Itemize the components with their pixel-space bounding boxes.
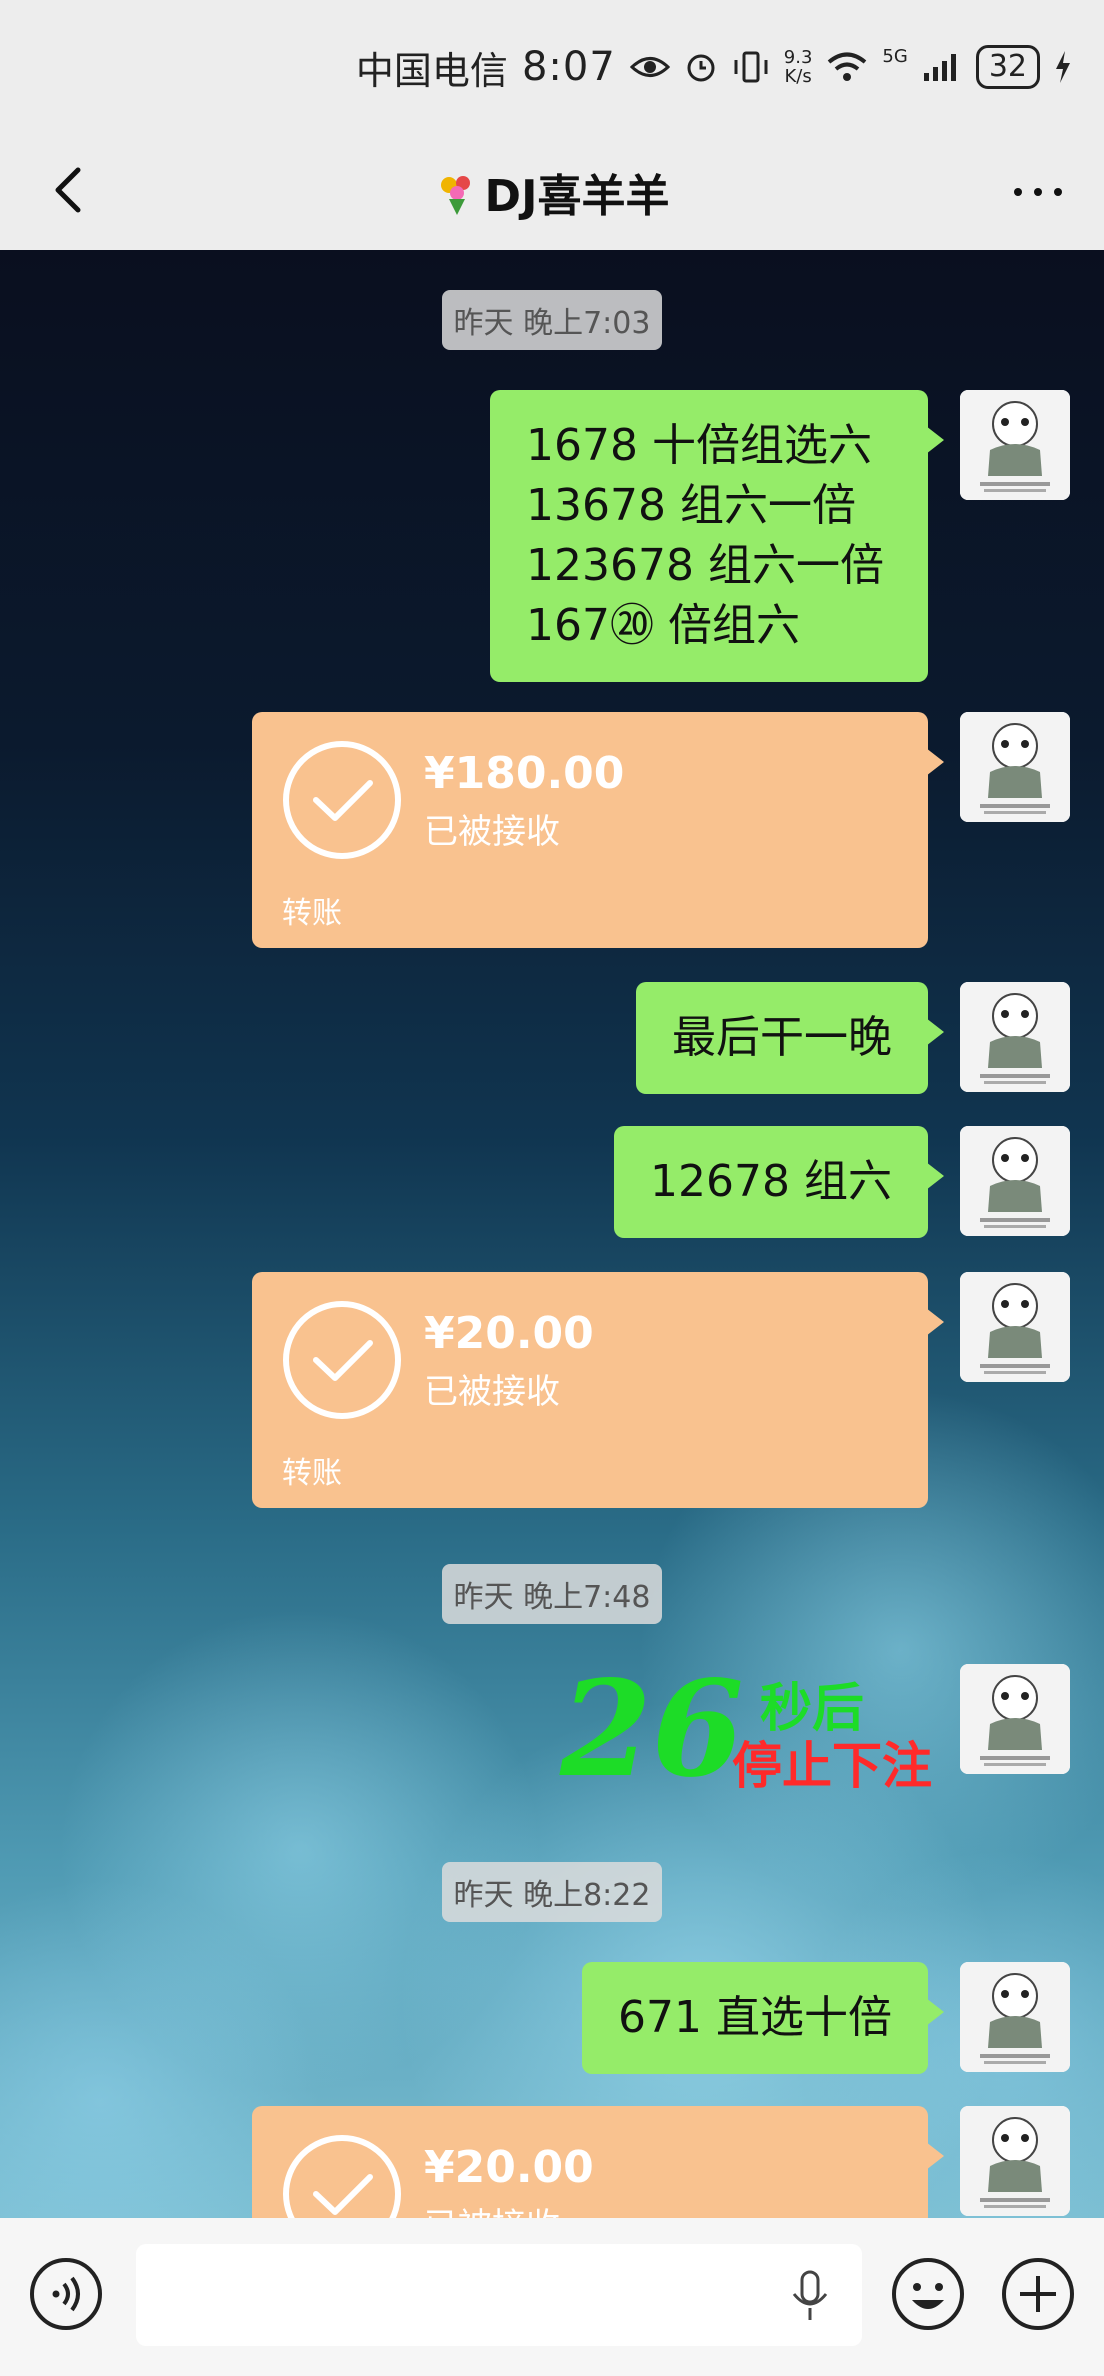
chat-message-area[interactable]: 昨天 晚上7:03 1678 十倍组选六 13678 组六一倍 123678 组… bbox=[0, 250, 1104, 2218]
avatar[interactable] bbox=[960, 2106, 1070, 2216]
avatar-image bbox=[960, 1272, 1070, 1382]
message-bubble[interactable]: 1678 十倍组选六 13678 组六一倍 123678 组六一倍 167⑳ 倍… bbox=[490, 390, 944, 682]
timestamp-label: 昨天 晚上7:48 bbox=[441, 1564, 663, 1624]
plus-icon[interactable] bbox=[1000, 2256, 1076, 2332]
transfer-card[interactable]: ¥180.00 已被接收 转账 bbox=[252, 712, 944, 948]
check-circle-icon bbox=[283, 2135, 401, 2218]
alarm-icon bbox=[687, 54, 715, 82]
message-line: 123678 组六一倍 bbox=[526, 540, 884, 591]
status-time: 8:07 bbox=[521, 44, 616, 90]
check-circle-icon bbox=[283, 741, 401, 859]
avatar[interactable] bbox=[960, 1962, 1070, 2072]
avatar-image bbox=[960, 1126, 1070, 1236]
avatar[interactable] bbox=[960, 1664, 1070, 1774]
voice-icon[interactable] bbox=[28, 2256, 104, 2332]
eye-icon bbox=[629, 57, 670, 77]
net-speed-unit: K/s bbox=[784, 66, 812, 87]
avatar[interactable] bbox=[960, 982, 1070, 1092]
avatar[interactable] bbox=[960, 1126, 1070, 1236]
message-line: 13678 组六一倍 bbox=[526, 480, 856, 531]
emoji-icon[interactable] bbox=[890, 2256, 966, 2332]
message-bubble[interactable]: 12678 组六 bbox=[614, 1126, 944, 1238]
chat-title-text: DJ喜羊羊 bbox=[484, 171, 670, 222]
avatar-image bbox=[960, 2106, 1070, 2216]
message-input[interactable] bbox=[136, 2244, 862, 2346]
avatar-image bbox=[960, 1664, 1070, 1774]
check-circle-icon bbox=[283, 1301, 401, 1419]
net-speed: 9.3 K/s bbox=[784, 48, 813, 86]
message-bubble[interactable]: 671 直选十倍 bbox=[582, 1962, 944, 2074]
flower-bouquet-icon bbox=[440, 176, 470, 215]
avatar-image bbox=[960, 712, 1070, 822]
vibrate-icon bbox=[734, 51, 768, 83]
message-text: 671 直选十倍 bbox=[618, 1992, 892, 2043]
timestamp: 昨天 晚上7:03 bbox=[0, 290, 1104, 350]
avatar[interactable] bbox=[960, 390, 1070, 500]
transfer-label: 转账 bbox=[282, 896, 342, 931]
status-indicators: 中国电信 8:07 9.3 K/s 5G 32 bbox=[355, 42, 1072, 93]
signal-icon bbox=[923, 54, 956, 81]
message-text: 最后干一晚 bbox=[672, 1012, 892, 1063]
timestamp: 昨天 晚上8:22 bbox=[0, 1862, 1104, 1922]
message-bubble[interactable]: 最后干一晚 bbox=[636, 982, 944, 1094]
status-bar: 中国电信 8:07 9.3 K/s 5G 32 bbox=[0, 0, 1104, 130]
transfer-amount: ¥20.00 bbox=[424, 2142, 594, 2193]
timestamp-label: 昨天 晚上7:03 bbox=[441, 290, 663, 350]
transfer-status: 已被接收 bbox=[424, 1372, 560, 1412]
message-text: 12678 组六 bbox=[650, 1156, 892, 1207]
chat-title: DJ喜羊羊 bbox=[0, 160, 1104, 224]
message-line: 167⑳ 倍组六 bbox=[526, 600, 800, 651]
mic-icon[interactable] bbox=[790, 2270, 830, 2322]
avatar-image bbox=[960, 390, 1070, 500]
carrier-label: 中国电信 bbox=[355, 48, 508, 93]
net-speed-value: 9.3 bbox=[783, 47, 813, 68]
transfer-label: 转账 bbox=[282, 1456, 342, 1491]
timestamp-label: 昨天 晚上8:22 bbox=[441, 1862, 663, 1922]
transfer-status: 已被接收 bbox=[424, 2198, 560, 2218]
transfer-status: 已被接收 bbox=[424, 812, 560, 852]
timestamp: 昨天 晚上7:48 bbox=[0, 1564, 1104, 1624]
avatar[interactable] bbox=[960, 1272, 1070, 1382]
message-line: 1678 十倍组选六 bbox=[526, 420, 872, 471]
more-dots-icon[interactable] bbox=[1008, 180, 1068, 204]
battery-indicator: 32 bbox=[975, 45, 1040, 89]
avatar-image bbox=[960, 982, 1070, 1092]
avatar-image bbox=[960, 1962, 1070, 2072]
input-bar bbox=[0, 2218, 1104, 2376]
charging-icon bbox=[1056, 51, 1070, 83]
network-type: 5G bbox=[882, 46, 908, 67]
transfer-amount: ¥20.00 bbox=[424, 1308, 594, 1359]
countdown-sticker[interactable]: 26 秒后 停止下注 bbox=[560, 1652, 932, 1807]
avatar[interactable] bbox=[960, 712, 1070, 822]
transfer-card[interactable]: ¥20.00 已被接收 转账 bbox=[252, 1272, 944, 1508]
sticker-line2: 停止下注 bbox=[732, 1736, 932, 1795]
transfer-card[interactable]: ¥20.00 已被接收 bbox=[252, 2106, 944, 2218]
transfer-amount: ¥180.00 bbox=[424, 748, 625, 799]
sticker-number: 26 bbox=[560, 1652, 744, 1807]
chat-header: DJ喜羊羊 bbox=[0, 130, 1104, 250]
wifi-icon bbox=[828, 52, 867, 81]
